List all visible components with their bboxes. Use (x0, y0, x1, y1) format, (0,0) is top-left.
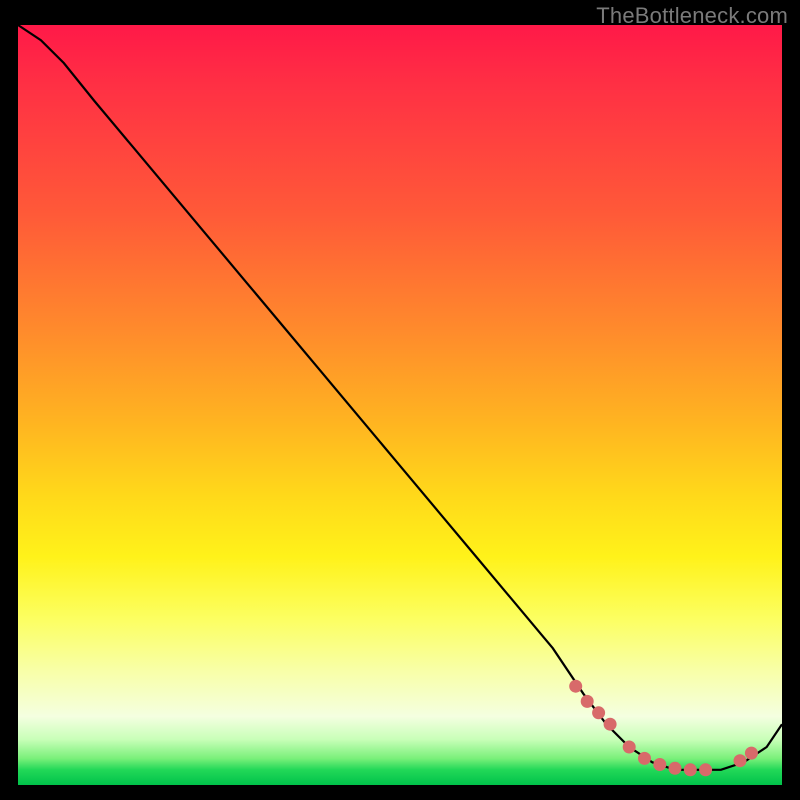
chart-frame: TheBottleneck.com (0, 0, 800, 800)
plot-area (18, 25, 782, 785)
highlight-marker (569, 680, 582, 693)
highlight-marker (699, 763, 712, 776)
highlight-marker (638, 752, 651, 765)
highlight-marker (581, 695, 594, 708)
highlight-marker (734, 754, 747, 767)
marker-group (569, 680, 758, 777)
highlight-marker (604, 718, 617, 731)
highlight-marker (592, 706, 605, 719)
highlight-marker (669, 762, 682, 775)
curve-svg (18, 25, 782, 785)
highlight-marker (653, 758, 666, 771)
bottleneck-curve (18, 25, 782, 770)
highlight-marker (745, 747, 758, 760)
highlight-marker (684, 763, 697, 776)
highlight-marker (623, 741, 636, 754)
